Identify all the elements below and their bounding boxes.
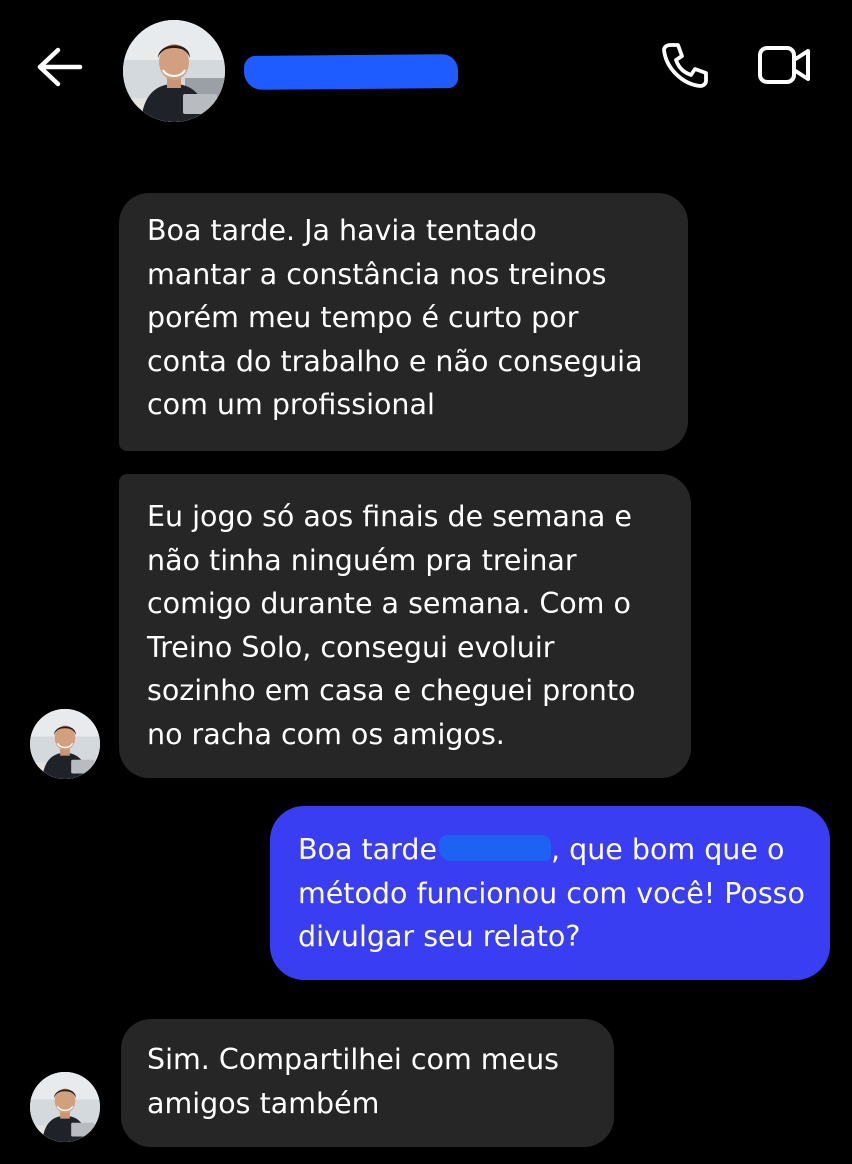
chat-header	[0, 0, 852, 140]
message-line: mantar a constância nos treinos	[147, 257, 607, 291]
message-line: amigos também	[147, 1086, 380, 1120]
video-camera-icon	[758, 46, 810, 84]
redacted-name	[439, 835, 551, 861]
message-line: comigo durante a semana. Com o	[147, 587, 631, 620]
message-bubble-incoming[interactable]: Eu jogo só aos finais de semana e não ti…	[119, 474, 691, 778]
message-line: Boa tarde , que bom que o	[298, 828, 810, 872]
sender-avatar[interactable]	[30, 709, 100, 779]
message-bubble-outgoing[interactable]: Boa tarde , que bom que o método funciono…	[270, 806, 830, 980]
message-line: Eu jogo só aos finais de semana e	[147, 500, 632, 533]
message-line: porém meu tempo é curto por	[147, 301, 579, 334]
message-line: Treino Solo, consegui evoluir	[147, 630, 555, 664]
message-text: Boa tarde	[298, 833, 437, 866]
message-bubble-incoming[interactable]: Boa tarde. Ja havia tentado mantar a con…	[119, 193, 688, 451]
message-line: divulgar seu relato?	[298, 920, 581, 953]
message-line: com um profissional	[147, 388, 435, 421]
chat-screen: Boa tarde. Ja havia tentado mantar a con…	[0, 0, 852, 1164]
message-line: Boa tarde. Ja havia tentado	[147, 214, 537, 247]
message-line: no racha com os amigos.	[147, 717, 505, 751]
message-line: método funcionou com você! Posso	[298, 876, 805, 910]
video-call-button[interactable]	[756, 40, 814, 90]
person-photo-icon	[30, 709, 100, 779]
arrow-left-icon	[37, 47, 83, 87]
back-button[interactable]	[34, 44, 86, 90]
phone-icon	[662, 43, 708, 88]
person-photo-icon	[123, 20, 225, 122]
person-photo-icon	[30, 1072, 100, 1142]
call-button[interactable]	[660, 40, 710, 90]
sender-avatar[interactable]	[30, 1072, 100, 1142]
message-bubble-incoming[interactable]: Sim. Compartilhei com meus amigos também	[121, 1019, 614, 1147]
contact-name-redacted[interactable]	[243, 54, 459, 90]
message-text: , que bom que o	[551, 833, 785, 866]
message-line: não tinha ninguém pra treinar	[147, 543, 577, 577]
contact-avatar[interactable]	[123, 20, 225, 122]
message-line: Sim. Compartilhei com meus	[147, 1043, 559, 1076]
message-line: conta do trabalho e não conseguia	[147, 344, 643, 378]
message-line: sozinho em casa e cheguei pronto	[147, 674, 636, 707]
